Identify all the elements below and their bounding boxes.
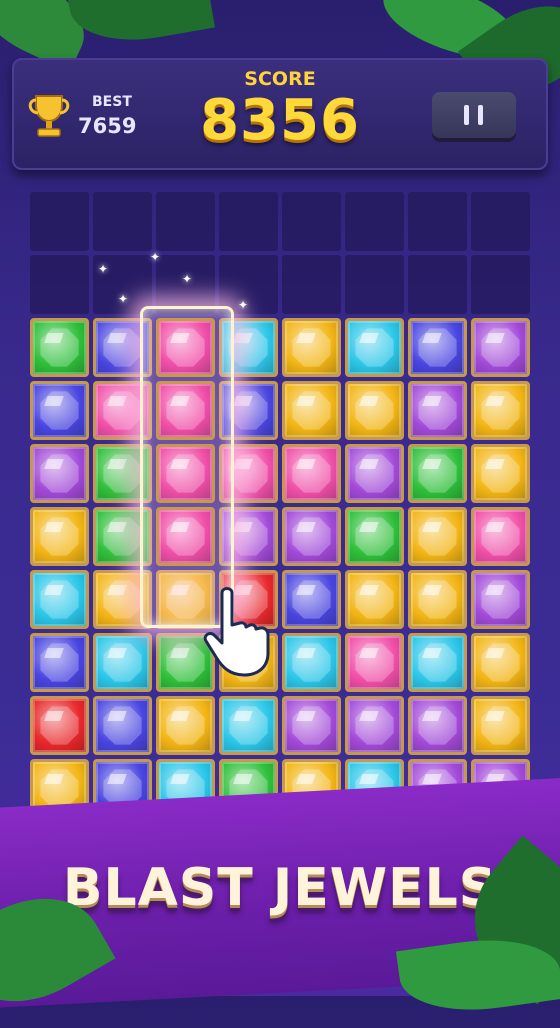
game-board[interactable]	[28, 190, 532, 820]
jewel[interactable]	[345, 570, 404, 629]
pause-icon	[478, 105, 483, 125]
leaf-decoration	[64, 0, 216, 52]
jewel[interactable]	[471, 633, 530, 692]
empty-cell[interactable]	[93, 192, 152, 251]
jewel[interactable]	[93, 696, 152, 755]
pause-button[interactable]	[432, 92, 516, 138]
best-label: BEST	[92, 94, 132, 110]
score-label: SCORE	[244, 68, 316, 90]
empty-cell[interactable]	[156, 192, 215, 251]
jewel[interactable]	[156, 696, 215, 755]
empty-cell[interactable]	[345, 255, 404, 314]
jewel[interactable]	[345, 444, 404, 503]
jewel[interactable]	[408, 444, 467, 503]
best-score-value: 7659	[78, 114, 137, 138]
jewel[interactable]	[219, 696, 278, 755]
selected-jewel[interactable]	[156, 318, 215, 377]
empty-cell[interactable]	[471, 192, 530, 251]
empty-cell[interactable]	[408, 192, 467, 251]
pause-icon	[464, 105, 469, 125]
jewel[interactable]	[471, 444, 530, 503]
empty-cell[interactable]	[345, 192, 404, 251]
selected-jewel[interactable]	[156, 381, 215, 440]
jewel[interactable]	[30, 444, 89, 503]
jewel[interactable]	[408, 507, 467, 566]
empty-cell[interactable]	[408, 255, 467, 314]
tap-hand-icon	[203, 587, 270, 677]
empty-cell[interactable]	[282, 255, 341, 314]
empty-cell[interactable]	[219, 255, 278, 314]
jewel[interactable]	[471, 570, 530, 629]
sparkle: ✦	[238, 298, 249, 312]
jewel[interactable]	[408, 381, 467, 440]
empty-cell[interactable]	[471, 255, 530, 314]
empty-cell[interactable]	[282, 192, 341, 251]
jewel[interactable]	[30, 633, 89, 692]
jewel[interactable]	[408, 696, 467, 755]
jewel[interactable]	[345, 507, 404, 566]
sparkle: ✦	[98, 262, 109, 276]
jewel[interactable]	[282, 318, 341, 377]
jewel[interactable]	[30, 318, 89, 377]
jewel[interactable]	[282, 696, 341, 755]
jewel[interactable]	[282, 570, 341, 629]
jewel[interactable]	[471, 381, 530, 440]
jewel[interactable]	[30, 570, 89, 629]
jewel[interactable]	[408, 633, 467, 692]
sparkle: ✦	[182, 272, 193, 286]
jewel[interactable]	[345, 318, 404, 377]
selected-jewel[interactable]	[156, 444, 215, 503]
selected-jewel[interactable]	[156, 507, 215, 566]
jewel[interactable]	[408, 318, 467, 377]
jewel[interactable]	[345, 633, 404, 692]
jewel[interactable]	[471, 318, 530, 377]
jewel[interactable]	[30, 507, 89, 566]
empty-cell[interactable]	[219, 192, 278, 251]
jewel[interactable]	[93, 633, 152, 692]
jewel[interactable]	[282, 507, 341, 566]
jewel[interactable]	[471, 507, 530, 566]
trophy-icon	[28, 95, 70, 137]
jewel[interactable]	[282, 444, 341, 503]
jewel[interactable]	[30, 381, 89, 440]
jewel[interactable]	[282, 633, 341, 692]
jewel[interactable]	[345, 381, 404, 440]
jewel[interactable]	[408, 570, 467, 629]
jewel[interactable]	[345, 696, 404, 755]
empty-cell[interactable]	[30, 255, 89, 314]
sparkle: ✦	[150, 250, 161, 264]
jewel[interactable]	[30, 696, 89, 755]
empty-cell[interactable]	[30, 192, 89, 251]
jewel[interactable]	[282, 381, 341, 440]
score-value: 8356	[200, 88, 360, 153]
sparkle: ✦	[118, 292, 129, 306]
jewel[interactable]	[471, 696, 530, 755]
